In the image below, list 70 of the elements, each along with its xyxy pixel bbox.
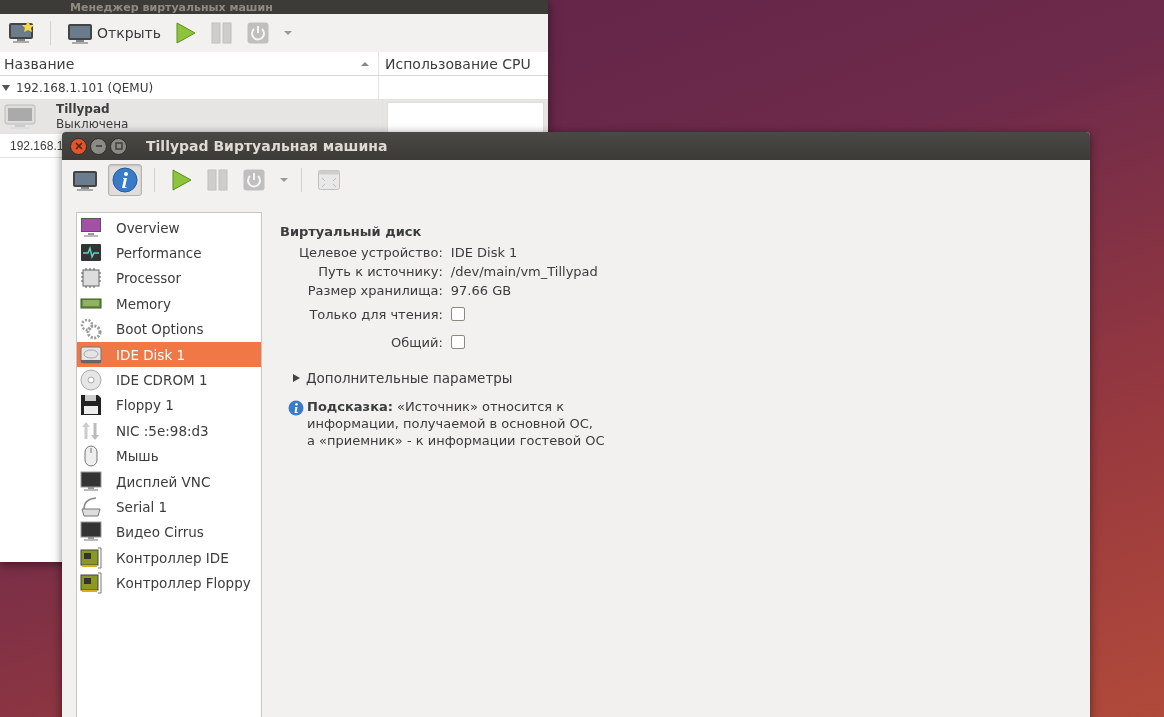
- hardware-list-item[interactable]: Дисплей VNC: [77, 468, 261, 495]
- fullscreen-icon: [318, 170, 340, 190]
- window-title: Менеджер виртуальных машин: [70, 1, 273, 14]
- monitor-icon: [80, 216, 102, 239]
- hardware-list-item[interactable]: Контроллер IDE: [77, 545, 261, 571]
- hardware-list-item[interactable]: NIC :5e:98:d3: [77, 418, 261, 444]
- expansion-card-icon: [80, 572, 102, 595]
- section-heading: Виртуальный диск: [280, 224, 423, 239]
- close-button[interactable]: [70, 137, 87, 155]
- sort-arrow-icon: [360, 60, 370, 67]
- close-icon: [74, 142, 83, 150]
- field-label: Путь к источнику:: [317, 264, 443, 279]
- column-header[interactable]: Использование CPU: [379, 52, 548, 75]
- hardware-list-item[interactable]: Processor: [77, 265, 261, 292]
- monitor-icon: [67, 22, 93, 44]
- field-label: Только для чтения:: [308, 305, 443, 324]
- monitor-icon: [72, 169, 98, 191]
- info-icon: [112, 167, 138, 193]
- vm-name: Tillypad: [56, 102, 111, 117]
- hardware-list-item[interactable]: Serial 1: [77, 494, 261, 520]
- gears-icon: [80, 318, 102, 341]
- open-button[interactable]: Открыть: [63, 19, 165, 47]
- expansion-card-icon: [80, 546, 102, 569]
- hardware-list-item[interactable]: Мышь: [77, 443, 261, 469]
- pause-icon: [207, 169, 229, 191]
- hardware-list-item[interactable]: Floppy 1: [77, 392, 261, 419]
- field-label: Общий:: [390, 333, 443, 352]
- group-label[interactable]: 192.168.1.101 (QEMU): [14, 80, 154, 95]
- field-value: /dev/main/vm_Tillypad: [450, 264, 598, 279]
- field-value: 97.66 GB: [450, 283, 512, 298]
- details-button[interactable]: [108, 164, 142, 196]
- chip-icon: [80, 267, 102, 290]
- hardware-list-item[interactable]: IDE CDROM 1: [77, 367, 261, 393]
- vm-row[interactable]: Tillypad Выключена: [0, 100, 548, 134]
- field-label: Целевое устройство:: [297, 245, 443, 260]
- checkbox[interactable]: [450, 307, 465, 321]
- caret-icon: [283, 30, 293, 36]
- caret-icon: [279, 177, 289, 183]
- maximize-icon: [114, 142, 123, 150]
- maximize-button[interactable]: [110, 137, 127, 155]
- vm-status: Выключена: [56, 117, 129, 132]
- field-label: Размер хранилища:: [306, 283, 443, 298]
- hardware-list-item[interactable]: Boot Options: [77, 316, 261, 342]
- disc-icon: [80, 369, 102, 392]
- hardware-list-item[interactable]: Видео Cirrus: [77, 519, 261, 546]
- checkbox[interactable]: [450, 335, 465, 349]
- field-value: IDE Disk 1: [450, 245, 518, 260]
- group-label[interactable]: 192.168.1: [0, 138, 64, 153]
- minimize-icon: [94, 142, 103, 150]
- info-icon: [288, 400, 304, 416]
- hint-text: Подсказка: «Источник» относится к информации, получаемой в основной ОС, а «приемник» - к информации гостевой ОС: [307, 398, 605, 449]
- hardware-list-item[interactable]: Контроллер Floppy: [77, 570, 261, 596]
- column-header[interactable]: Название: [0, 52, 379, 75]
- hardware-list-item[interactable]: Overview: [77, 215, 261, 241]
- power-icon: [247, 22, 269, 44]
- monitor-icon: [80, 470, 102, 493]
- play-icon: [171, 169, 193, 191]
- hardware-list-item[interactable]: Performance: [77, 240, 261, 266]
- expander[interactable]: Дополнительные параметры: [292, 370, 605, 386]
- monitor-icon: [4, 104, 36, 130]
- hardware-list-item[interactable]: Memory: [77, 291, 261, 317]
- serial-plug-icon: [80, 496, 102, 518]
- power-icon: [243, 169, 265, 191]
- minimize-button[interactable]: [90, 137, 107, 155]
- play-icon: [175, 22, 197, 44]
- monitor-star-icon: [8, 21, 34, 45]
- monitor-icon: [80, 521, 102, 544]
- expander-arrow-icon: [292, 373, 300, 383]
- window-title: Tillypad Виртуальная машина: [146, 138, 388, 154]
- pause-icon: [211, 22, 233, 44]
